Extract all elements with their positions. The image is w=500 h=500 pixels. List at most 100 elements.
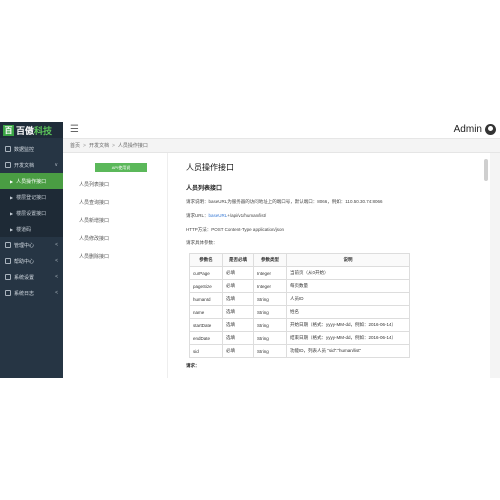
top-header: ☰ Admin	[63, 122, 500, 139]
column-header: 参数名	[189, 253, 223, 267]
avatar[interactable]	[485, 124, 496, 135]
request-description: 请求说明：baseURL为服务器的访问地址上的端口号，默认端口：8066，例如：…	[186, 199, 383, 204]
sidebar-item-label: 开发文档	[14, 162, 35, 169]
column-header: 是否必填	[222, 253, 254, 267]
table-header-row: 参数名 是否必填 参数类型 说明	[189, 253, 410, 267]
table-cell: 必填	[222, 266, 254, 280]
column-header: 参数类型	[253, 253, 287, 267]
sidebar-item-system-log[interactable]: 系统日志 <	[0, 285, 63, 301]
arrow-right-icon: ▶	[10, 194, 14, 200]
table-row: name 选填 String 姓名	[189, 305, 410, 319]
sidebar-subitem-label: 楼道码	[16, 226, 32, 233]
arrow-right-icon: ▶	[10, 210, 14, 216]
chevron-down-icon: ∨	[54, 162, 58, 168]
breadcrumb-separator: >	[83, 142, 86, 149]
sidebar: 百 百傲科技 数据监控 开发文档 ∨ ▶ 人员操作接口 ▶ 楼层登记接口 ▶ 楼…	[0, 122, 63, 378]
table-cell: 选填	[222, 292, 254, 306]
doc-title: 人员操作接口	[186, 163, 234, 172]
gear-icon	[5, 274, 11, 280]
user-menu[interactable]: Admin	[454, 124, 496, 135]
sidebar-subitem-corridor-code[interactable]: ▶ 楼道码	[0, 221, 63, 237]
table-cell: 开始日期（格式：yyyy-MM-dd，例如：2016-06-14）	[286, 318, 410, 332]
http-method: HTTP方法：POST Content-Type application/jso…	[186, 227, 284, 232]
table-cell: sid	[189, 344, 223, 358]
params-heading: 请求具体参数：	[186, 240, 218, 245]
sidebar-item-dev-docs[interactable]: 开发文档 ∨	[0, 157, 63, 173]
request-url: 请求URL：baseURL+/api/v1/human/list/	[186, 213, 490, 219]
sidebar-subitem-label: 楼层登记接口	[16, 194, 47, 201]
section-title: 人员列表接口	[186, 186, 223, 192]
sidebar-item-label: 帮助中心	[14, 258, 35, 265]
table-cell: 人员ID	[286, 292, 410, 306]
sidebar-item-help[interactable]: 帮助中心 <	[0, 253, 63, 269]
chevron-left-icon: <	[55, 274, 58, 280]
table-cell: 选填	[222, 318, 254, 332]
api-list: 人员列表接口 人员查询接口 人员新增接口 人员修改接口 人员删除接口	[79, 181, 109, 271]
table-cell: endDate	[189, 331, 223, 345]
breadcrumb-dev-docs[interactable]: 开发文档	[89, 142, 109, 149]
api-list-item[interactable]: 人员列表接口	[79, 181, 109, 199]
table-cell: Integer	[253, 266, 287, 280]
api-list-item[interactable]: 人员新增接口	[79, 217, 109, 235]
sidebar-subitem-floor-settings[interactable]: ▶ 楼层设置接口	[0, 205, 63, 221]
table-cell: 结束日期（格式：yyyy-MM-dd，例如：2016-06-14）	[286, 331, 410, 345]
chevron-left-icon: <	[55, 290, 58, 296]
table-cell: 功能ID，列表人员 "sid":"human/list"	[286, 344, 410, 358]
breadcrumb-home[interactable]: 首页	[70, 142, 80, 149]
table-cell: 姓名	[286, 305, 410, 319]
table-cell: Integer	[253, 279, 287, 293]
sidebar-subitem-floor-register[interactable]: ▶ 楼层登记接口	[0, 189, 63, 205]
api-list-panel: API使用说 人员列表接口 人员查询接口 人员新增接口 人员修改接口 人员删除接…	[63, 153, 167, 378]
arrow-right-icon: ▶	[10, 178, 14, 184]
log-icon	[5, 290, 11, 296]
monitor-icon	[5, 146, 11, 152]
api-list-item[interactable]: 人员修改接口	[79, 235, 109, 253]
breadcrumb-current: 人员操作接口	[117, 143, 148, 149]
table-cell: pageSize	[189, 279, 223, 293]
table-cell: 必填	[222, 279, 254, 293]
sidebar-subitem-person-api[interactable]: ▶ 人员操作接口	[0, 173, 63, 189]
api-doc-panel: 人员操作接口 人员列表接口 请求说明：baseURL为服务器的访问地址上的端口号…	[167, 153, 490, 378]
logo-mark: 百	[3, 124, 14, 136]
app-window: 百 百傲科技 数据监控 开发文档 ∨ ▶ 人员操作接口 ▶ 楼层登记接口 ▶ 楼…	[0, 122, 500, 378]
logo-name-b: 科技	[34, 125, 53, 136]
logo: 百 百傲科技	[0, 122, 63, 138]
management-icon	[5, 242, 11, 248]
table-row: humanId 选填 String 人员ID	[189, 292, 410, 306]
chevron-left-icon: <	[55, 242, 58, 248]
sidebar-item-label: 系统设置	[14, 274, 35, 281]
table-cell: String	[253, 331, 287, 345]
sidebar-item-data-monitor[interactable]: 数据监控	[0, 141, 63, 157]
help-icon	[5, 258, 11, 264]
api-list-item[interactable]: 人员删除接口	[79, 253, 109, 271]
table-cell: String	[253, 344, 287, 358]
main-content: API使用说 人员列表接口 人员查询接口 人员新增接口 人员修改接口 人员删除接…	[63, 153, 500, 378]
chevron-left-icon: <	[55, 258, 58, 264]
table-cell: 选填	[222, 305, 254, 319]
request-url-path: +/api/v1/human/list/	[227, 213, 267, 218]
admin-label: Admin	[453, 124, 482, 135]
table-cell: humanId	[189, 292, 223, 306]
table-row: pageSize 必填 Integer 每页数量	[189, 279, 410, 293]
sidebar-item-system-settings[interactable]: 系统设置 <	[0, 269, 63, 285]
table-row: sid 必填 String 功能ID，列表人员 "sid":"human/lis…	[189, 344, 410, 358]
table-cell: name	[189, 305, 223, 319]
table-cell: String	[253, 318, 287, 332]
scrollbar[interactable]	[484, 159, 488, 181]
table-cell: String	[253, 292, 287, 306]
sidebar-item-management[interactable]: 管理中心 <	[0, 237, 63, 253]
document-icon	[5, 162, 11, 168]
table-row: startDate 选填 String 开始日期（格式：yyyy-MM-dd，例…	[189, 318, 410, 332]
table-cell: curPage	[189, 266, 223, 280]
sidebar-subitem-label: 人员操作接口	[16, 178, 47, 185]
table-row: endDate 选填 String 结束日期（格式：yyyy-MM-dd，例如：…	[189, 331, 410, 345]
request-label: 请求：	[186, 363, 200, 368]
table-cell: startDate	[189, 318, 223, 332]
hamburger-menu-icon[interactable]: ☰	[70, 125, 79, 135]
api-list-item[interactable]: 人员查询接口	[79, 199, 109, 217]
params-table: 参数名 是否必填 参数类型 说明 curPage 必填 Integer 当前页（…	[189, 253, 410, 358]
sidebar-item-label: 数据监控	[14, 146, 35, 153]
logo-text: 百傲科技	[16, 124, 52, 137]
base-url-link[interactable]: baseURL	[209, 213, 228, 218]
api-usage-button[interactable]: API使用说	[95, 163, 147, 172]
